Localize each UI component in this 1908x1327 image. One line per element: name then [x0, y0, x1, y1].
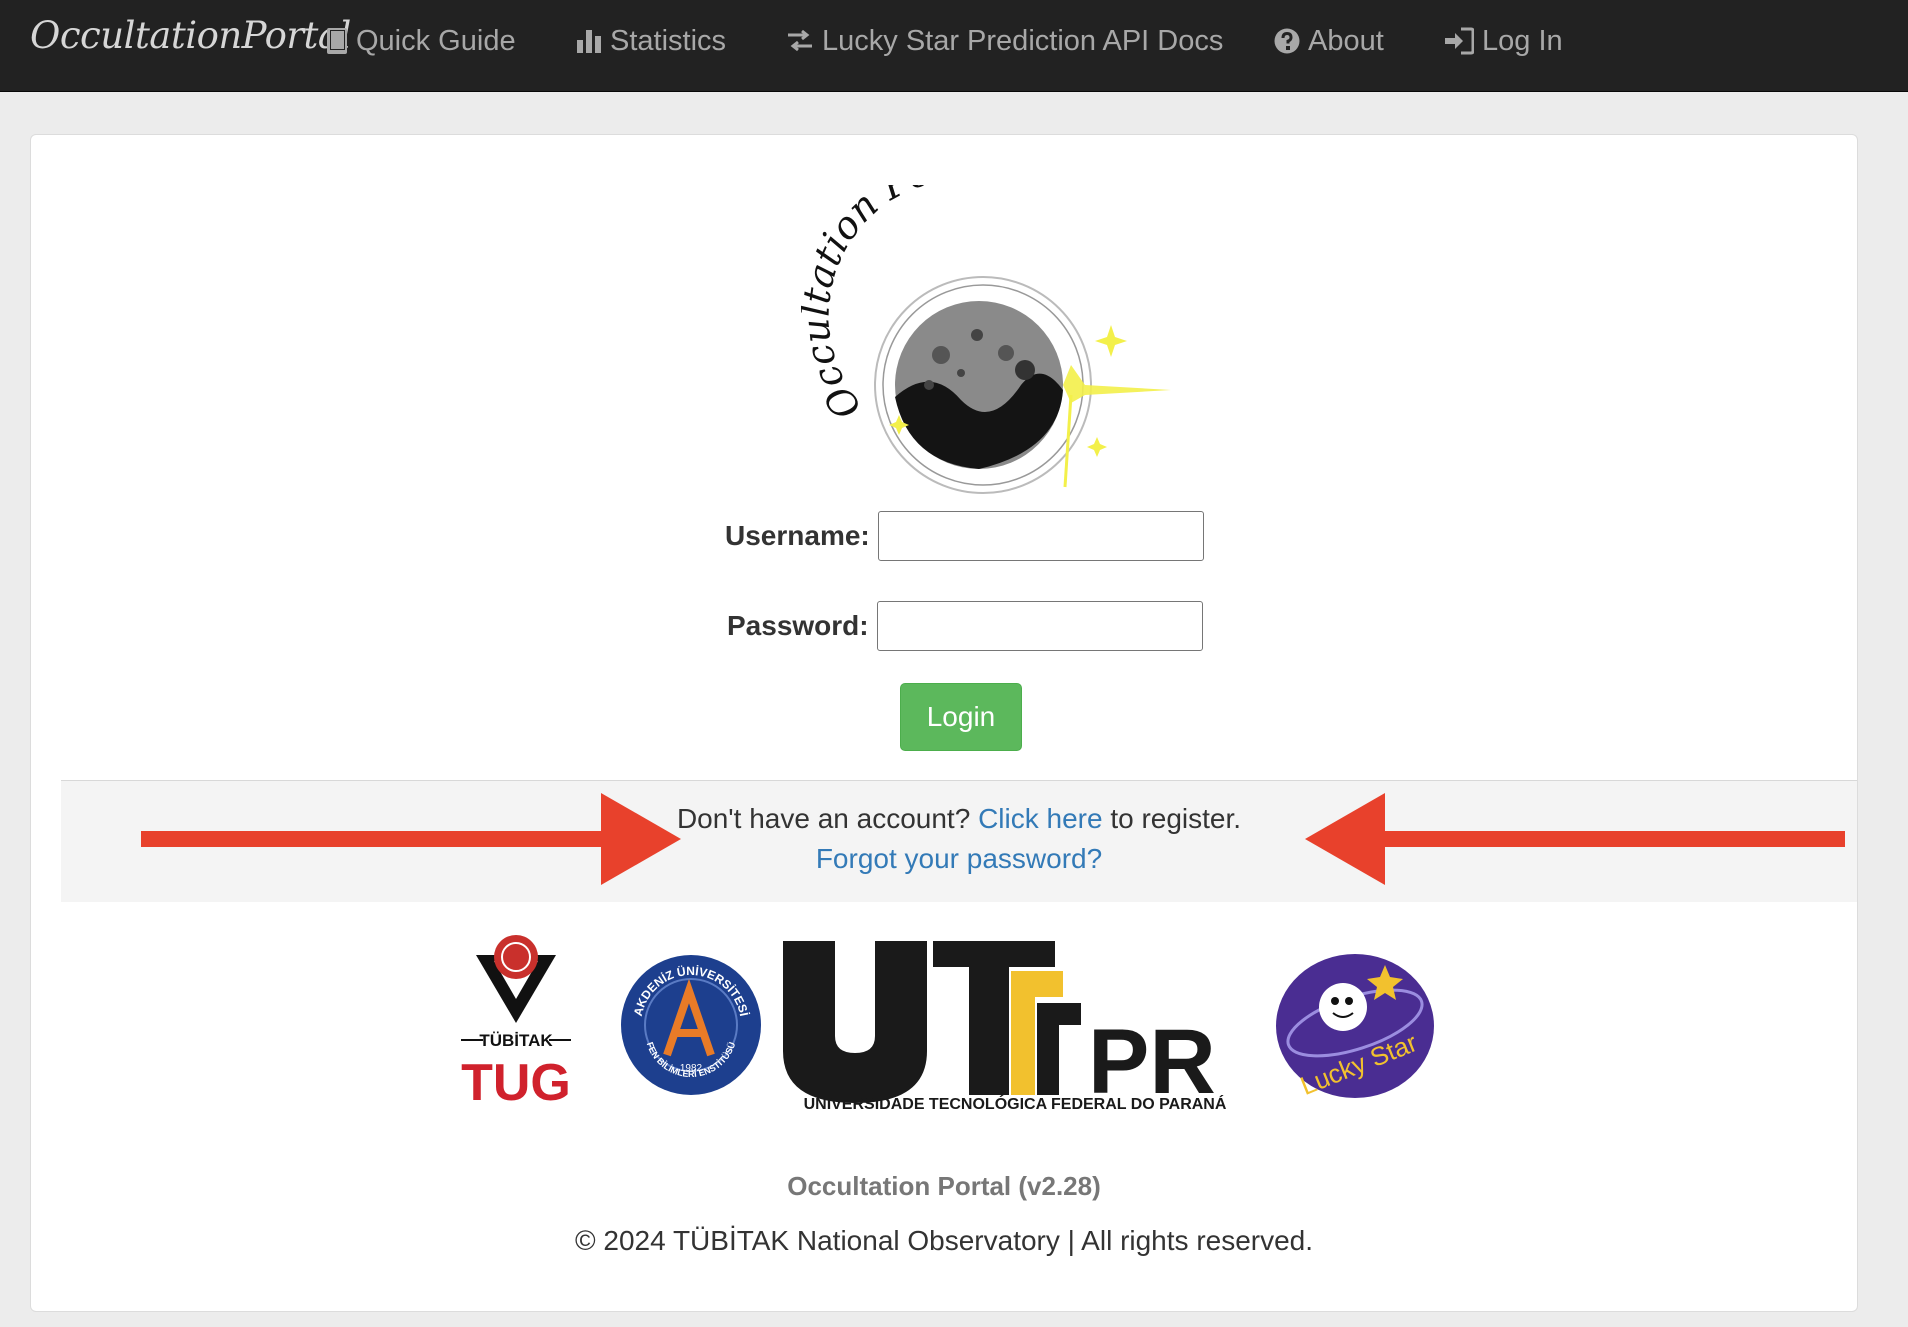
nav-log-in[interactable]: Log In	[1444, 0, 1563, 82]
transfer-icon	[788, 29, 812, 52]
tug-label: TUG	[461, 1054, 571, 1105]
forgot-password-link[interactable]: Forgot your password?	[816, 843, 1102, 874]
password-label: Password:	[727, 610, 869, 641]
bar-chart-icon	[577, 30, 601, 53]
occultation-portal-logo: Occultation Portal	[801, 185, 1171, 494]
footer-copyright: © 2024 TÜBİTAK National Observatory | Al…	[574, 1225, 1314, 1256]
nav-api-docs[interactable]: Lucky Star Prediction API Docs	[786, 0, 1223, 82]
question-circle-icon	[1274, 28, 1300, 54]
password-row: Password:	[727, 601, 1203, 651]
username-row: Username:	[725, 511, 1204, 561]
utfpr-logo: PR UNIVERSIDADE TECNOLÓGICA FEDERAL DO P…	[783, 941, 1227, 1111]
nav-quick-guide-label: Quick Guide	[356, 24, 516, 57]
username-input[interactable]	[877, 511, 1204, 561]
tubitak-label: TÜBİTAK	[479, 1031, 553, 1050]
password-input[interactable]	[876, 601, 1203, 651]
username-label: Username:	[725, 520, 870, 551]
footer-version: Occultation Portal (v2.28)	[787, 1171, 1101, 1201]
utfpr-subtitle: UNIVERSIDADE TECNOLÓGICA FEDERAL DO PARA…	[804, 1094, 1227, 1111]
lucky-star-logo: Lucky Star	[1276, 954, 1434, 1101]
register-link[interactable]: Click here	[978, 803, 1102, 834]
akdeniz-universitesi-logo: AKDENİZ ÜNİVERSİTESİ FEN BİLİMLERİ ENSTİ…	[621, 955, 761, 1095]
nav-api-docs-label: Lucky Star Prediction API Docs	[822, 24, 1224, 57]
top-navbar: OccultationPortal Quick Guide Statistics…	[0, 0, 1908, 92]
log-in-icon	[1445, 27, 1474, 55]
forgot-line: Forgot your password?	[61, 843, 1857, 875]
register-prefix: Don't have an account?	[676, 803, 971, 834]
tubitak-tug-logo: TÜBİTAK TUG	[461, 935, 571, 1105]
book-icon	[327, 28, 347, 54]
brand-logo[interactable]: OccultationPortal	[30, 14, 351, 57]
nav-about-label: About	[1308, 24, 1384, 57]
nav-log-in-label: Log In	[1482, 24, 1563, 57]
nav-statistics[interactable]: Statistics	[576, 0, 726, 82]
nav-quick-guide[interactable]: Quick Guide	[326, 0, 516, 82]
register-line: Don't have an account? Click here to reg…	[61, 803, 1857, 835]
login-button[interactable]: Login	[900, 683, 1022, 751]
akdeniz-year: 1982	[680, 1063, 703, 1074]
register-suffix: to register.	[1110, 803, 1242, 834]
nav-about[interactable]: About	[1274, 0, 1384, 82]
login-panel: Occultation Portal Username: Password: L…	[30, 134, 1858, 1312]
nav-statistics-label: Statistics	[610, 24, 727, 57]
register-box: Don't have an account? Click here to reg…	[61, 780, 1857, 902]
